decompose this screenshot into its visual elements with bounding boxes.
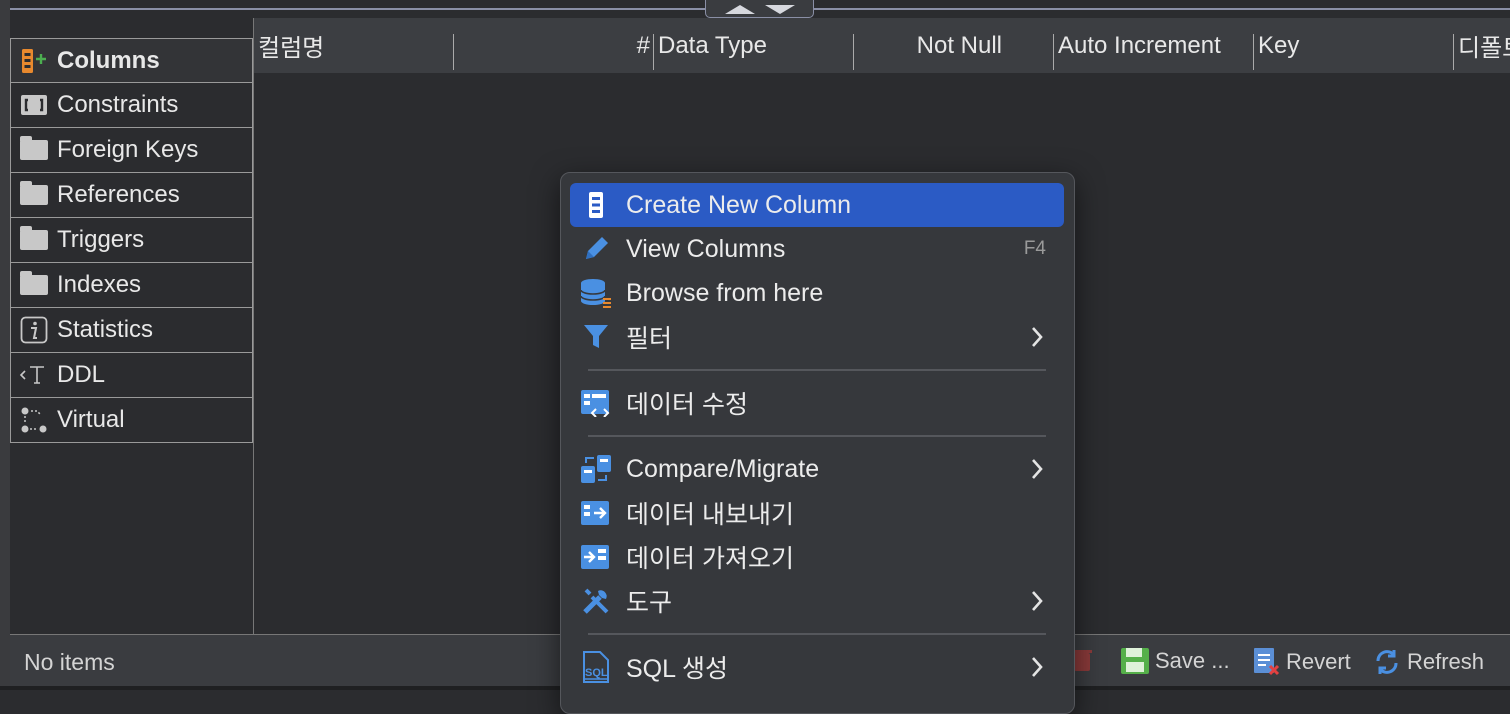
menu-item-export-data[interactable]: 데이터 내보내기 bbox=[570, 491, 1064, 535]
folder-icon bbox=[19, 226, 49, 253]
menu-item-view-columns[interactable]: View Columns F4 bbox=[570, 227, 1064, 271]
revert-button[interactable]: Revert bbox=[1253, 647, 1351, 677]
menu-item-shortcut: F4 bbox=[1023, 238, 1046, 259]
menu-item-label: 데이터 가져오기 bbox=[626, 545, 794, 573]
svg-text:SQL: SQL bbox=[585, 667, 608, 679]
column-header-not-null[interactable]: Not Null bbox=[854, 18, 1054, 73]
sidebar-item-label: Statistics bbox=[57, 316, 154, 343]
ddl-icon bbox=[19, 362, 49, 388]
export-icon bbox=[574, 499, 618, 527]
menu-item-label: 도구 bbox=[626, 589, 673, 617]
folder-icon bbox=[19, 271, 49, 298]
constraints-icon bbox=[19, 92, 49, 118]
sidebar-item-label: Foreign Keys bbox=[57, 136, 199, 163]
sidebar-item-ddl[interactable]: DDL bbox=[10, 353, 253, 398]
refresh-button-label: Refresh bbox=[1407, 649, 1485, 674]
import-icon bbox=[574, 543, 618, 571]
menu-item-generate-sql[interactable]: SQL SQL 생성 bbox=[570, 645, 1064, 689]
sidebar-item-virtual[interactable]: Virtual bbox=[10, 398, 253, 443]
save-button[interactable]: Save ... bbox=[1120, 647, 1230, 675]
column-header-name[interactable]: 컬럼명 bbox=[254, 18, 454, 73]
menu-item-label: Compare/Migrate bbox=[626, 454, 820, 483]
revert-button-label: Revert bbox=[1286, 649, 1351, 674]
columns-add-icon bbox=[19, 48, 49, 74]
sidebar-item-label: Columns bbox=[57, 46, 160, 74]
pencil-icon bbox=[574, 233, 618, 265]
compare-icon bbox=[574, 454, 618, 484]
column-header-data-type[interactable]: Data Type bbox=[654, 18, 854, 73]
sidebar-item-indexes[interactable]: Indexes bbox=[10, 263, 253, 308]
info-icon bbox=[19, 316, 49, 344]
sidebar-item-constraints[interactable]: Constraints bbox=[10, 83, 253, 128]
sidebar-item-label: Virtual bbox=[57, 406, 125, 433]
sidebar-item-references[interactable]: References bbox=[10, 173, 253, 218]
grid-header: 컬럼명 # Data Type Not Null Auto Increment … bbox=[254, 18, 1510, 73]
menu-item-label: Create New Column bbox=[626, 190, 852, 219]
menu-item-label: 필터 bbox=[626, 325, 673, 353]
save-button-label: Save ... bbox=[1155, 648, 1230, 673]
sql-icon: SQL bbox=[574, 651, 618, 683]
sidebar-item-columns[interactable]: Columns bbox=[10, 38, 253, 83]
column-header-key[interactable]: Key bbox=[1254, 18, 1454, 73]
sidebar-item-label: Indexes bbox=[57, 271, 142, 298]
menu-item-filter[interactable]: 필터 bbox=[570, 315, 1064, 359]
context-menu: Create New Column View Columns F4 Browse… bbox=[560, 172, 1075, 714]
filter-icon bbox=[574, 322, 618, 352]
sidebar-item-triggers[interactable]: Triggers bbox=[10, 218, 253, 263]
menu-item-label: Browse from here bbox=[626, 278, 824, 307]
sidebar-item-label: Triggers bbox=[57, 226, 145, 253]
menu-item-browse-from-here[interactable]: Browse from here bbox=[570, 271, 1064, 315]
edit-data-icon bbox=[574, 389, 618, 417]
revert-icon bbox=[1254, 648, 1280, 676]
database-icon bbox=[574, 277, 618, 309]
menu-separator bbox=[588, 435, 1046, 437]
sidebar-item-label: References bbox=[57, 181, 180, 208]
chevron-right-icon bbox=[1032, 459, 1043, 479]
menu-item-label: View Columns bbox=[626, 234, 786, 263]
column-header-position[interactable]: # bbox=[454, 18, 654, 73]
column-header-auto-increment[interactable]: Auto Increment bbox=[1054, 18, 1254, 73]
menu-separator bbox=[588, 633, 1046, 635]
menu-item-label: 데이터 수정 bbox=[626, 391, 748, 419]
collapse-up-icon[interactable] bbox=[724, 4, 755, 14]
tools-icon bbox=[574, 585, 618, 617]
folder-icon bbox=[19, 136, 49, 163]
menu-item-edit-data[interactable]: 데이터 수정 bbox=[570, 381, 1064, 425]
collapse-down-icon[interactable] bbox=[764, 4, 795, 14]
column-icon bbox=[574, 191, 618, 219]
status-text: No items bbox=[24, 649, 115, 675]
refresh-icon bbox=[1376, 650, 1398, 674]
window-frame-left bbox=[0, 0, 10, 690]
refresh-button[interactable]: Refresh bbox=[1372, 647, 1484, 677]
sidebar-item-label: DDL bbox=[57, 361, 106, 388]
menu-item-import-data[interactable]: 데이터 가져오기 bbox=[570, 535, 1064, 579]
chevron-right-icon bbox=[1032, 657, 1043, 677]
sidebar-item-label: Constraints bbox=[57, 91, 179, 118]
column-header-default[interactable]: 디폴트 bbox=[1454, 18, 1510, 73]
folder-icon bbox=[19, 181, 49, 208]
editor-tabs-sidebar: Columns Constraints Foreign Keys Referen… bbox=[10, 38, 253, 443]
panel-splitter-handle[interactable] bbox=[705, 0, 814, 18]
chevron-right-icon bbox=[1032, 591, 1043, 611]
menu-item-tools[interactable]: 도구 bbox=[570, 579, 1064, 623]
menu-separator bbox=[588, 369, 1046, 371]
menu-item-create-new-column[interactable]: Create New Column bbox=[570, 183, 1064, 227]
menu-item-compare-migrate[interactable]: Compare/Migrate bbox=[570, 447, 1064, 491]
menu-item-label: 데이터 내보내기 bbox=[626, 501, 794, 529]
menu-item-label: SQL 생성 bbox=[626, 655, 729, 683]
save-icon bbox=[1121, 648, 1149, 674]
sidebar-item-foreign-keys[interactable]: Foreign Keys bbox=[10, 128, 253, 173]
virtual-icon bbox=[19, 407, 49, 433]
chevron-right-icon bbox=[1032, 327, 1043, 347]
sidebar-item-statistics[interactable]: Statistics bbox=[10, 308, 253, 353]
